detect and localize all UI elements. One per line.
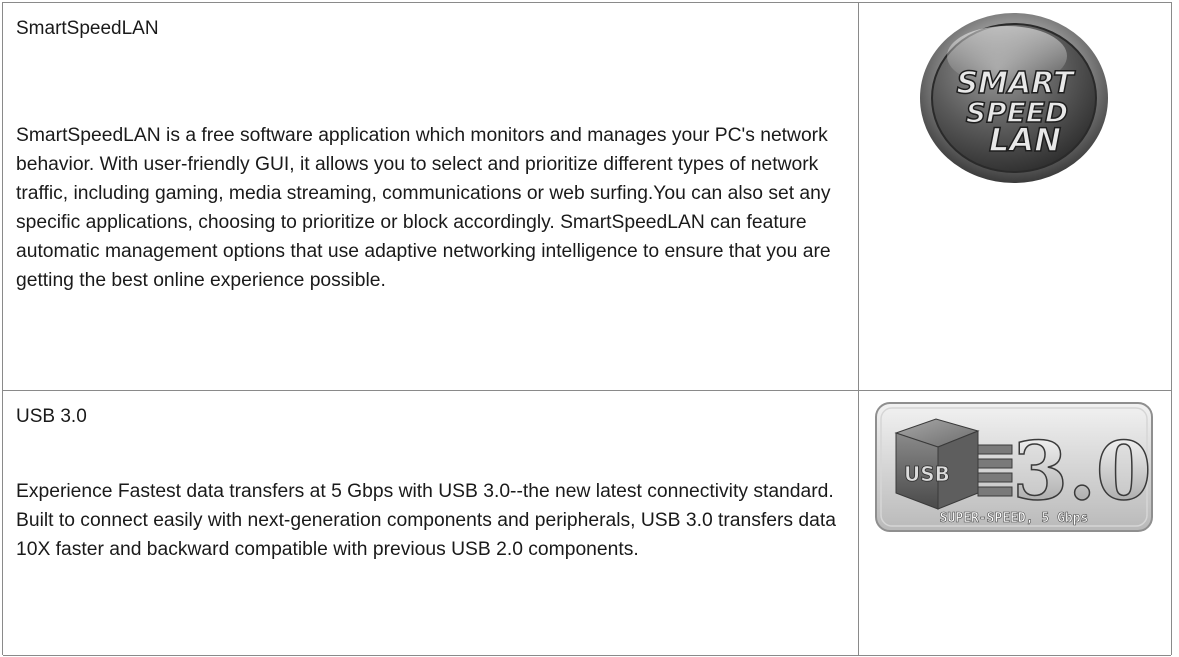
logo-text-lan: LAN <box>989 121 1061 159</box>
feature-row-usb3: USB 3.0 Experience Fastest data transfer… <box>3 390 1171 656</box>
feature-description: SmartSpeedLAN is a free software applica… <box>16 125 831 291</box>
feature-description-cell: USB 3.0 Experience Fastest data transfer… <box>3 391 859 655</box>
feature-row-smartspeedlan: SmartSpeedLAN SmartSpeedLAN is a free so… <box>3 2 1171 390</box>
feature-description-cell: SmartSpeedLAN SmartSpeedLAN is a free so… <box>3 3 859 390</box>
feature-title: USB 3.0 <box>16 406 87 427</box>
feature-logo-cell: SMART SPEED LAN <box>859 3 1171 390</box>
feature-table: SmartSpeedLAN SmartSpeedLAN is a free so… <box>2 2 1172 656</box>
usb3-logo: USB 3.0 SUPER-SPEED, 5 Gbps <box>875 402 1153 532</box>
logo-text-version: 3.0 <box>1012 424 1151 518</box>
logo-text-usb: USB <box>904 462 950 486</box>
feature-logo-cell: USB 3.0 SUPER-SPEED, 5 Gbps <box>859 391 1171 655</box>
feature-title: SmartSpeedLAN <box>16 18 159 39</box>
logo-text-tagline: SUPER-SPEED, 5 Gbps <box>940 511 1089 526</box>
feature-description: Experience Fastest data transfers at 5 G… <box>16 481 836 560</box>
smartspeedlan-logo: SMART SPEED LAN <box>920 13 1108 183</box>
